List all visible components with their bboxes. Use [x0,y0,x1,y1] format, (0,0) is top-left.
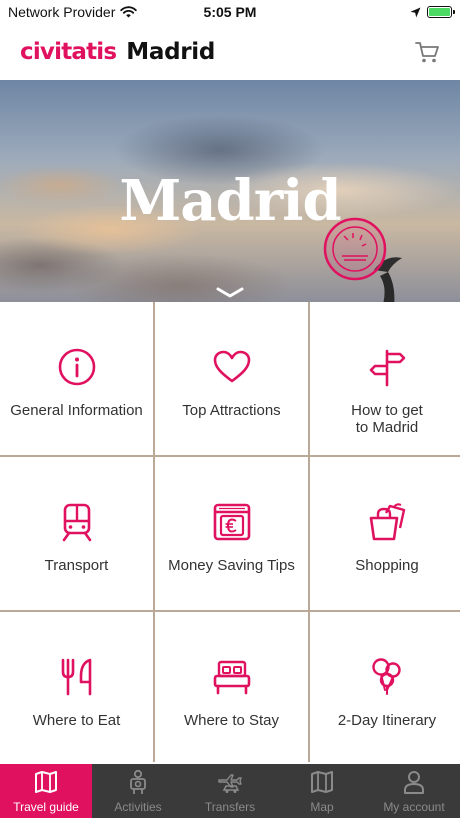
cutlery-icon [61,658,91,696]
status-bar: Network Provider 5:05 PM [0,0,460,24]
info-icon [58,348,95,386]
carrier-name: Network Provider [8,4,116,20]
battery-icon [427,6,455,18]
airplane-car-icon [218,774,242,793]
shopping-bags-icon [369,503,406,541]
tab-transfers[interactable]: Transfers [184,764,276,818]
tile-money-saving-tips[interactable]: Money Saving Tips [155,457,308,610]
map-book-icon [35,771,57,793]
tab-label: Map [310,800,334,814]
guide-sections-grid: General Information Top Attractions How … [0,302,460,766]
tile-shopping[interactable]: Shopping [310,457,460,610]
signpost-icon [369,349,406,387]
page-title: Madrid [126,39,216,65]
tile-2-day-itinerary[interactable]: 2-Day Itinerary [310,612,460,766]
balloons-icon [372,658,401,695]
tile-label: Top Attractions [182,402,281,419]
chevron-down-icon[interactable] [215,286,245,300]
tile-label: General Information [10,402,143,419]
brand-logo[interactable]: civitatis [20,39,117,65]
tile-label: Where to Stay [183,712,280,729]
train-icon [62,503,91,542]
tab-label: Activities [114,800,162,814]
tile-top-attractions[interactable]: Top Attractions [155,302,308,455]
tile-how-to-get[interactable]: How to get to Madrid [310,302,460,455]
tile-label: Transport [44,557,109,574]
tile-where-to-eat[interactable]: Where to Eat [0,612,153,766]
tile-label: Where to Eat [32,712,121,729]
tile-transport[interactable]: Transport [0,457,153,610]
hero-banner: Madrid [0,80,460,302]
euro-wallet-icon [213,503,250,541]
bed-icon [213,660,250,695]
map-icon [311,771,333,793]
tile-where-to-stay[interactable]: Where to Stay [155,612,308,766]
heart-icon [213,350,250,383]
tab-activities[interactable]: Activities [92,764,184,818]
tab-label: Transfers [204,800,256,814]
location-arrow-icon [410,7,421,17]
tile-label: Shopping [355,557,419,574]
tile-label: 2-Day Itinerary [337,712,437,729]
tab-label: My account [383,800,445,814]
tab-my-account[interactable]: My account [368,764,460,818]
cart-icon[interactable] [414,39,440,65]
bottom-tab-bar: Travel guide Activities Transfers Map My… [0,764,460,818]
tourist-icon [130,769,146,794]
wifi-icon [120,6,138,18]
tab-map[interactable]: Map [276,764,368,818]
tile-general-information[interactable]: General Information [0,302,153,455]
hero-title: Madrid [119,168,341,234]
tile-label: Money Saving Tips [168,557,295,574]
tab-travel-guide[interactable]: Travel guide [0,764,92,818]
top-destination-stamp [323,217,387,281]
tile-label: How to get to Madrid [351,402,423,436]
user-icon [404,771,424,794]
carrier-info: Network Provider [8,4,138,20]
app-header: civitatis Madrid [0,24,460,80]
tab-label: Travel guide [13,800,79,814]
